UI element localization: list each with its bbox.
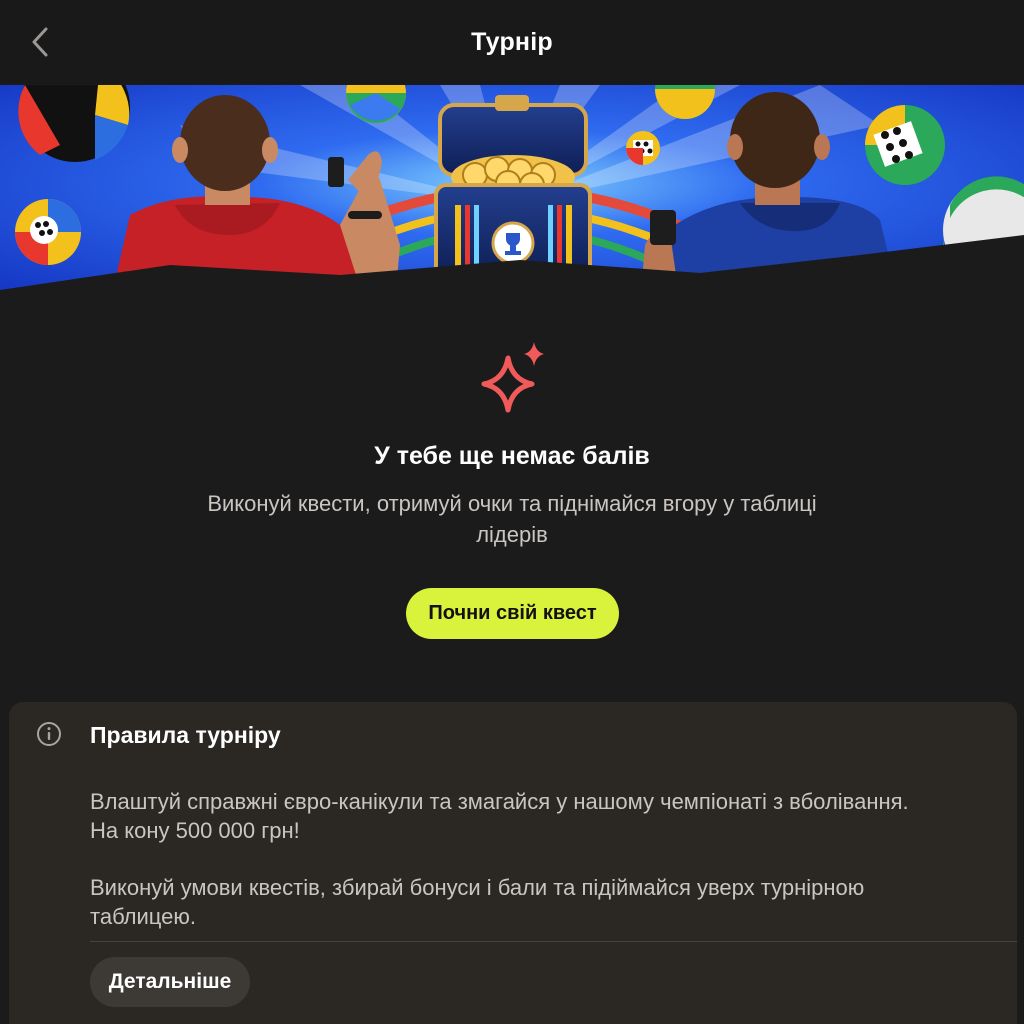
- divider: [90, 941, 1017, 942]
- rules-paragraph-1: Влаштуй справжні євро-канікули та змагай…: [90, 789, 909, 843]
- empty-state-description: Виконуй квести, отримуй очки та піднімай…: [207, 491, 817, 547]
- sparkle-icon: [481, 342, 544, 413]
- treasure-chest-icon: [434, 95, 592, 279]
- rules-paragraph-2: Виконуй умови квестів, збирай бонуси і б…: [90, 875, 865, 929]
- back-button[interactable]: [22, 24, 58, 60]
- info-icon: [37, 722, 61, 746]
- empty-state-title: У тебе ще немає балів: [374, 442, 650, 470]
- chevron-left-icon: [32, 27, 48, 57]
- page-title: Турнір: [471, 27, 553, 56]
- rules-title: Правила турніру: [90, 722, 281, 748]
- promo-banner: [0, 85, 1024, 303]
- details-button[interactable]: Детальніше: [90, 957, 250, 1007]
- start-quest-button[interactable]: Почни свій квест: [406, 588, 619, 639]
- tournament-rules-card: Правила турніру Влаштуй справжні євро-ка…: [9, 702, 1017, 1024]
- top-bar: Турнір: [0, 0, 1024, 84]
